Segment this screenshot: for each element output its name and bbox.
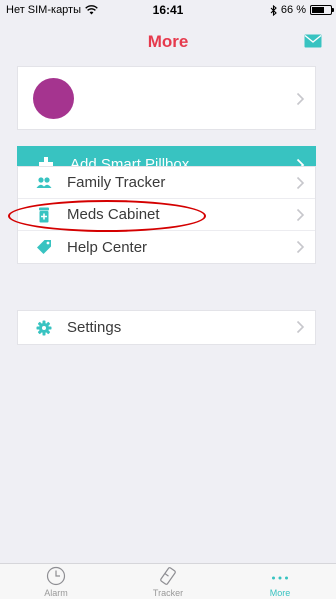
menu-item-help-center[interactable]: Help Center <box>18 231 315 263</box>
menu-item-label: Family Tracker <box>67 174 166 191</box>
chevron-right-icon <box>296 208 305 222</box>
gear-icon <box>36 320 52 336</box>
menu-item-family-tracker[interactable]: Family Tracker <box>18 167 315 199</box>
tab-label: Tracker <box>152 588 184 598</box>
status-bar: Нет SIM-карты 16:41 66 % <box>0 0 336 20</box>
tab-label: More <box>269 588 291 598</box>
menu-group-settings: Settings <box>17 310 316 345</box>
menu-group-main: Family Tracker Meds Cabinet Help Center <box>17 166 316 264</box>
carrier-label: Нет SIM-карты <box>6 4 82 16</box>
meds-cabinet-icon <box>36 207 52 223</box>
clock-icon <box>46 566 66 586</box>
status-left: Нет SIM-карты <box>6 4 98 16</box>
pillbox-icon <box>160 567 176 585</box>
mail-icon[interactable] <box>304 34 322 48</box>
battery-icon <box>310 5 334 15</box>
chevron-right-icon <box>296 320 305 334</box>
tab-more[interactable]: More <box>224 564 336 599</box>
chevron-right-icon <box>296 240 305 254</box>
nav-bar: More <box>0 20 336 64</box>
menu-item-label: Settings <box>67 319 122 336</box>
wifi-icon <box>85 5 98 15</box>
tab-alarm[interactable]: Alarm <box>0 564 112 599</box>
battery-fill <box>312 7 324 13</box>
more-dots-icon <box>272 576 288 580</box>
family-icon <box>36 175 52 191</box>
avatar <box>33 77 74 119</box>
profile-card[interactable] <box>17 66 316 130</box>
chevron-right-icon <box>296 92 305 106</box>
tag-icon <box>36 239 52 255</box>
menu-item-label: Meds Cabinet <box>67 206 160 223</box>
tab-label: Alarm <box>44 588 68 598</box>
status-right: 66 % <box>270 4 334 16</box>
battery-percent: 66 % <box>280 4 306 16</box>
bluetooth-icon <box>270 4 277 16</box>
menu-item-label: Help Center <box>67 238 148 256</box>
menu-item-settings[interactable]: Settings <box>18 311 315 344</box>
chevron-right-icon <box>296 176 305 190</box>
tab-bar: Alarm Tracker More <box>0 563 336 599</box>
menu-item-meds-cabinet[interactable]: Meds Cabinet <box>18 199 315 231</box>
tab-tracker[interactable]: Tracker <box>112 564 224 599</box>
page-title: More <box>147 32 189 51</box>
